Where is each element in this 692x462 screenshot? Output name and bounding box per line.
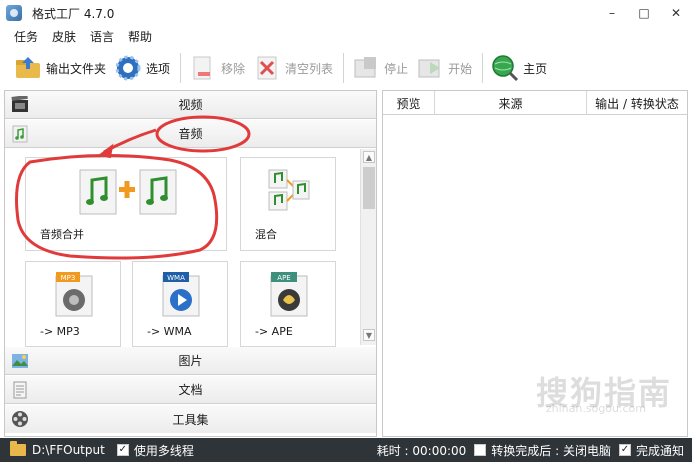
notify-label: 完成通知 — [635, 443, 684, 458]
multithread-label: 使用多线程 — [133, 443, 194, 458]
status-bar: D:\FFOutput ✓ 使用多线程 耗时 : 00:00:00 转换完成后 … — [0, 438, 692, 462]
notify-option[interactable]: ✓ 完成通知 — [618, 442, 684, 459]
column-preview[interactable]: 预览 — [383, 91, 435, 115]
task-list-header: 预览 来源 输出 / 转换状态 — [383, 91, 687, 115]
column-output-status[interactable]: 输出 / 转换状态 — [587, 91, 687, 115]
watermark-url: zhinan.sogou.com — [545, 402, 646, 415]
elapsed-time: 耗时 : 00:00:00 — [376, 443, 467, 458]
after-convert-label: 转换完成后 : 关闭电脑 — [491, 443, 611, 458]
audio-join-highlight-ring — [15, 153, 219, 260]
notify-checkbox[interactable]: ✓ — [618, 444, 631, 456]
multithread-option[interactable]: ✓ 使用多线程 — [116, 442, 194, 459]
audio-highlight-ellipse — [155, 115, 251, 153]
column-source[interactable]: 来源 — [435, 91, 587, 115]
multithread-checkbox[interactable]: ✓ — [116, 444, 129, 456]
output-path[interactable]: D:\FFOutput — [32, 443, 105, 457]
after-convert-checkbox[interactable] — [474, 444, 487, 456]
folder-icon[interactable] — [10, 441, 26, 456]
after-convert-option[interactable]: 转换完成后 : 关闭电脑 — [474, 442, 611, 459]
